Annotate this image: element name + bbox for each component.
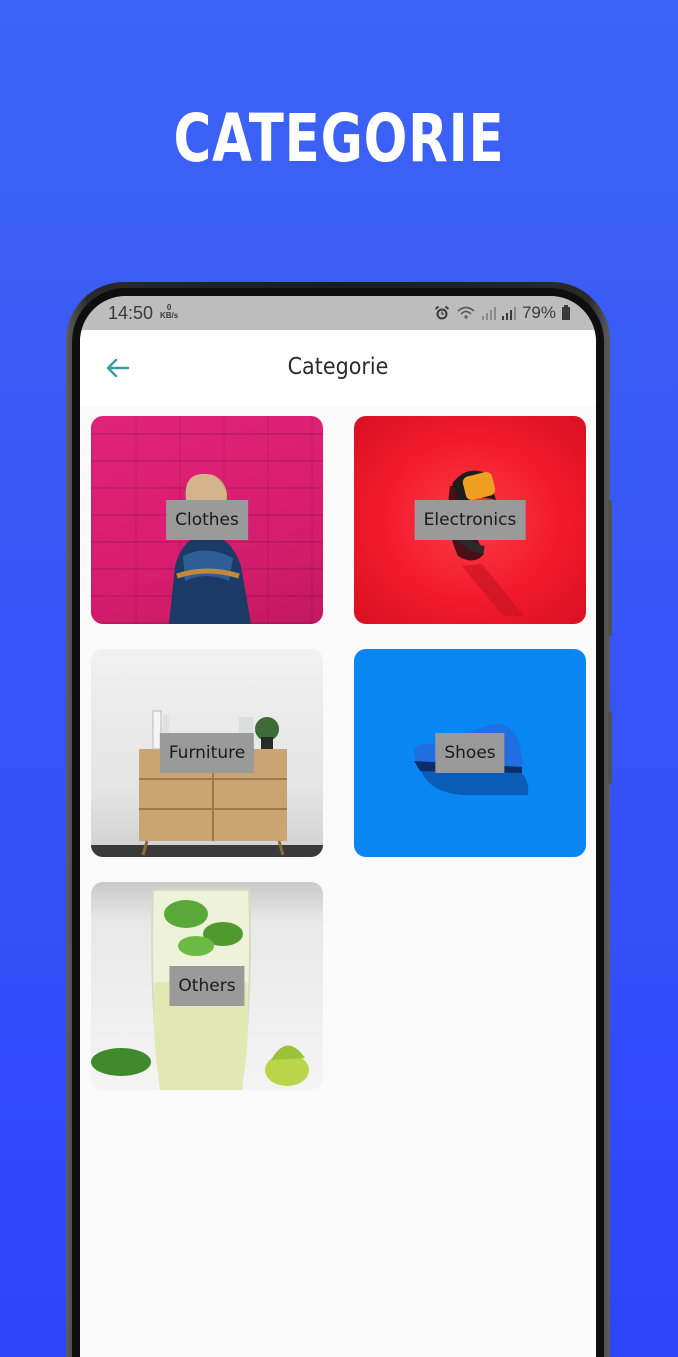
battery-percent: 79% xyxy=(521,303,556,322)
category-card-clothes[interactable]: Clothes xyxy=(91,416,323,624)
category-card-others[interactable]: Others xyxy=(91,882,323,1090)
app-bar: Categorie xyxy=(80,330,596,406)
category-label: Shoes xyxy=(435,733,505,773)
volume-button xyxy=(608,500,612,636)
category-label: Others xyxy=(169,966,245,1006)
power-button xyxy=(608,712,612,784)
category-label: Electronics xyxy=(414,500,526,540)
signal-icon-1 xyxy=(481,306,496,320)
category-label: Clothes xyxy=(166,500,248,540)
net-speed: 0 KB/s xyxy=(160,304,178,320)
category-card-shoes[interactable]: Shoes xyxy=(354,649,586,857)
category-card-furniture[interactable]: Furniture xyxy=(91,649,323,857)
status-time: 14:50 xyxy=(108,303,154,323)
category-card-electronics[interactable]: Electronics xyxy=(354,416,586,624)
promo-title: CATEGORIE xyxy=(173,100,505,177)
phone-screen: 14:50 0 KB/s 79% Categorie Clothes Elect… xyxy=(80,296,596,1357)
wifi-icon xyxy=(457,306,475,319)
battery-icon xyxy=(562,304,570,320)
status-bar: 14:50 0 KB/s 79% xyxy=(80,296,596,330)
category-label: Furniture xyxy=(159,733,255,773)
net-speed-unit: KB/s xyxy=(160,311,179,320)
alarm-icon xyxy=(434,305,450,320)
page-title: Categorie xyxy=(287,354,389,380)
signal-icon-2 xyxy=(501,306,516,320)
status-icons: 79% xyxy=(434,303,570,323)
